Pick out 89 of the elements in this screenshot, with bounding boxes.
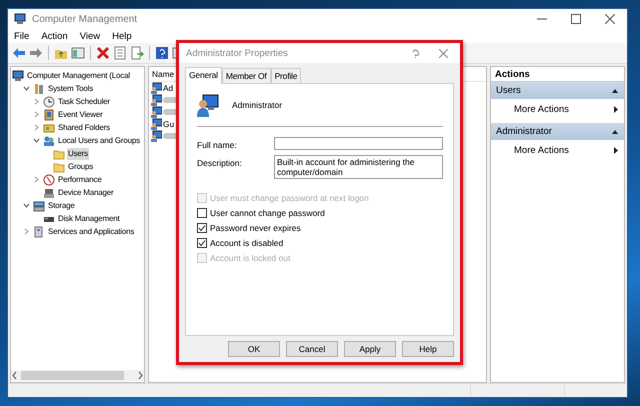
menu-item[interactable]: Action xyxy=(41,30,68,42)
field-label: Description: xyxy=(197,157,243,168)
storage-icon xyxy=(33,200,45,212)
checkbox-label: Account is locked out xyxy=(210,252,290,262)
folder-icon xyxy=(53,160,65,172)
checkbox-label: User cannot change password xyxy=(210,208,325,218)
dialog-button[interactable]: Help xyxy=(402,341,454,357)
close-icon[interactable] xyxy=(605,14,615,24)
dialog-button[interactable]: Cancel xyxy=(286,341,338,357)
action-link[interactable]: More Actions xyxy=(514,145,569,156)
tree-item[interactable]: Device Manager xyxy=(57,186,114,198)
actions-header: Actions xyxy=(495,68,530,80)
properties-icon[interactable] xyxy=(113,46,127,60)
forward-arrow-icon[interactable] xyxy=(29,46,43,60)
tree-item[interactable]: Computer Management (Local xyxy=(26,70,131,82)
services-icon xyxy=(33,226,45,238)
log-icon xyxy=(43,108,55,120)
user-icon xyxy=(197,93,219,117)
device-icon xyxy=(43,186,55,198)
chevron-icon[interactable] xyxy=(23,85,30,92)
tree-item[interactable]: Users xyxy=(67,148,89,160)
column-header[interactable]: Name xyxy=(152,69,174,79)
users-icon xyxy=(43,134,55,146)
computer-management-icon xyxy=(14,13,26,25)
clock-icon xyxy=(43,96,55,108)
user-name[interactable]: Gu xyxy=(163,119,174,129)
user-name: Administrator xyxy=(232,100,282,110)
computer-icon xyxy=(12,70,24,82)
checkbox[interactable] xyxy=(197,208,207,218)
export-icon[interactable] xyxy=(130,46,144,60)
tree-item[interactable]: Event Viewer xyxy=(57,108,104,120)
user-icon xyxy=(150,106,162,118)
tree-item[interactable]: Groups xyxy=(67,160,94,172)
action-link[interactable]: More Actions xyxy=(514,104,569,115)
folder-icon xyxy=(53,148,65,160)
tree-item[interactable]: Disk Management xyxy=(57,212,120,224)
tree-item[interactable]: Storage xyxy=(47,200,76,212)
delete-icon[interactable] xyxy=(96,46,110,60)
scroll-left-icon[interactable] xyxy=(11,371,19,380)
submenu-arrow-icon[interactable] xyxy=(614,106,618,113)
checkbox[interactable] xyxy=(197,238,207,248)
input-field[interactable]: Built-in account for administering the computer/domain xyxy=(274,155,443,179)
section-header[interactable]: Users xyxy=(491,82,624,99)
user-icon xyxy=(150,82,162,94)
window-title: Computer Management xyxy=(32,14,138,24)
menu-item[interactable]: View xyxy=(80,30,100,42)
section-header[interactable]: Administrator xyxy=(491,123,624,140)
tab[interactable]: Member Of xyxy=(222,68,271,83)
collapse-icon[interactable] xyxy=(612,88,618,92)
user-icon xyxy=(150,130,162,142)
tab[interactable]: Profile xyxy=(270,68,302,83)
submenu-arrow-icon[interactable] xyxy=(614,147,618,154)
help-icon[interactable] xyxy=(155,46,169,60)
collapse-icon[interactable] xyxy=(612,130,618,134)
chevron-icon[interactable] xyxy=(23,202,30,209)
section-title: Administrator xyxy=(496,126,552,137)
checkbox-label: User must change password at next logon xyxy=(210,192,369,202)
scroll-right-icon[interactable] xyxy=(136,371,144,380)
dialog-title: Administrator Properties xyxy=(186,48,289,58)
checkbox-label: Password never expires xyxy=(210,222,301,232)
tree-item[interactable]: Task Scheduler xyxy=(57,96,111,108)
shared-folder-icon xyxy=(43,122,55,134)
tree-item[interactable]: Shared Folders xyxy=(57,122,111,134)
toolbox-icon xyxy=(33,82,45,94)
help-icon[interactable] xyxy=(412,48,419,58)
back-arrow-icon[interactable] xyxy=(12,46,26,60)
section-title: Users xyxy=(496,85,521,96)
maximize-icon[interactable] xyxy=(571,14,581,24)
user-icon xyxy=(150,94,162,106)
console-tree-icon[interactable] xyxy=(71,46,85,60)
tab[interactable]: General xyxy=(185,67,222,84)
field-label: Full name: xyxy=(197,139,238,150)
dialog-button[interactable]: Apply xyxy=(344,341,396,357)
input-field[interactable] xyxy=(274,137,443,150)
tree-item[interactable]: Local Users and Groups xyxy=(57,134,141,146)
tree-item[interactable]: Services and Applications xyxy=(47,226,136,238)
chevron-icon[interactable] xyxy=(33,137,40,144)
gauge-icon xyxy=(43,174,55,186)
user-name[interactable]: Ad xyxy=(163,83,174,93)
menu-item[interactable]: Help xyxy=(112,30,132,42)
user-icon xyxy=(150,118,162,130)
dialog-button[interactable]: OK xyxy=(228,341,280,357)
tree-item[interactable]: Performance xyxy=(57,174,103,186)
close-icon[interactable] xyxy=(439,48,448,58)
tree-item[interactable]: System Tools xyxy=(47,82,94,94)
scrollbar-thumb[interactable] xyxy=(21,371,124,380)
menu-item[interactable]: File xyxy=(14,30,30,42)
checkbox-label: Account is disabled xyxy=(210,238,284,248)
checkbox[interactable] xyxy=(197,222,207,232)
